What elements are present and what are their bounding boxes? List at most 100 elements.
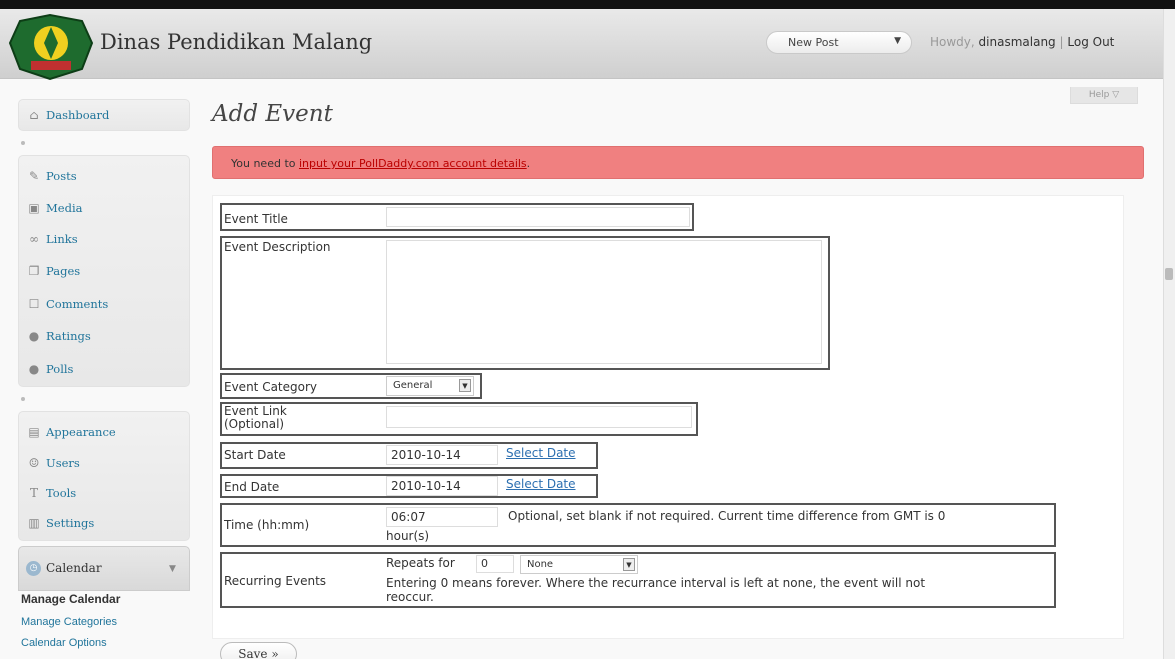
site-logo (8, 13, 94, 81)
event-category-value: General (393, 380, 433, 391)
sidebar-item-media[interactable]: ▣ Media (19, 200, 191, 222)
scrollbar[interactable] (1163, 9, 1175, 659)
recurring-events-label: Recurring Events (224, 574, 327, 588)
recurring-note: Entering 0 means forever. Where the recu… (386, 576, 926, 590)
submenu-manage-categories[interactable]: Manage Categories (21, 616, 117, 628)
end-date-row: End Date 2010-10-14 Select Date (220, 474, 598, 498)
time-note-suffix: hour(s) (386, 529, 430, 543)
chevron-down-icon[interactable]: ▼ (459, 379, 471, 392)
sidebar-item-label: Tools (46, 486, 77, 500)
sidebar-item-links[interactable]: ∞ Links (19, 231, 191, 253)
recurring-note-suffix: reoccur. (386, 590, 434, 604)
username-link[interactable]: dinasmalang (979, 35, 1056, 49)
tools-icon: T (29, 486, 38, 500)
end-date-input[interactable]: 2010-10-14 (386, 476, 498, 496)
links-icon: ∞ (29, 232, 39, 246)
event-description-label: Event Description (224, 240, 331, 254)
notice-text: You need to input your PollDaddy.com acc… (231, 157, 530, 170)
event-description-row: Event Description (220, 236, 830, 370)
favorite-actions-dropdown[interactable]: New Post ▼ (766, 31, 912, 54)
sidebar-item-calendar[interactable]: ◷ Calendar ▼ (18, 546, 190, 591)
sidebar-item-dashboard[interactable]: ⌂ Dashboard (19, 107, 191, 129)
time-input[interactable]: 06:07 (386, 507, 498, 527)
sidebar-item-label: Ratings (46, 329, 91, 343)
notice-prefix: You need to (231, 157, 299, 170)
users-icon: ☺ (28, 456, 40, 470)
dashboard-icon: ⌂ (29, 108, 39, 122)
sidebar-item-comments[interactable]: ☐ Comments (19, 296, 191, 318)
sidebar-item-label: Settings (46, 516, 95, 530)
event-title-label: Event Title (224, 212, 288, 226)
sidebar-item-label: Links (46, 232, 78, 246)
event-category-label: Event Category (224, 380, 318, 394)
end-date-label: End Date (224, 480, 280, 494)
pages-icon: ❐ (28, 264, 40, 278)
notice-suffix: . (526, 157, 531, 170)
logout-link[interactable]: Log Out (1067, 35, 1114, 49)
event-title-input[interactable] (386, 207, 690, 227)
start-date-label: Start Date (224, 448, 286, 462)
end-select-date-link[interactable]: Select Date (506, 477, 576, 491)
repeat-interval-select[interactable]: None ▼ (520, 555, 638, 574)
event-category-select[interactable]: General ▼ (386, 376, 474, 396)
sidebar-item-posts[interactable]: ✎ Posts (19, 168, 191, 190)
sidebar-item-label: Comments (46, 297, 109, 311)
comments-icon: ☐ (28, 297, 40, 311)
time-note: Optional, set blank if not required. Cur… (508, 509, 946, 523)
chevron-down-icon[interactable]: ▼ (894, 36, 901, 46)
sidebar-item-pages[interactable]: ❐ Pages (19, 263, 191, 285)
ratings-icon: ● (28, 329, 40, 343)
sidebar-item-label: Pages (46, 264, 81, 278)
favorite-action-label[interactable]: New Post (788, 36, 839, 49)
time-label: Time (hh:mm) (224, 518, 310, 532)
submenu-manage-calendar[interactable]: Manage Calendar (21, 592, 120, 606)
repeats-count-value: 0 (481, 557, 488, 570)
content-menu-group: ✎ Posts ▣ Media ∞ Links ❐ Pages ☐ Commen… (18, 155, 190, 387)
recurring-events-row: Recurring Events Repeats for 0 None ▼ En… (220, 552, 1056, 608)
end-date-value: 2010-10-14 (391, 479, 461, 493)
scrollbar-thumb[interactable] (1165, 268, 1173, 280)
sidebar-item-appearance[interactable]: ▤ Appearance (19, 424, 191, 446)
page-title: Add Event (212, 101, 333, 127)
appearance-icon: ▤ (28, 425, 40, 439)
user-info: Howdy, dinasmalang | Log Out (930, 35, 1114, 49)
sidebar-item-settings[interactable]: ▥ Settings (19, 515, 191, 537)
event-title-row: Event Title (220, 203, 694, 231)
repeats-count-input[interactable]: 0 (476, 555, 514, 573)
start-date-value: 2010-10-14 (391, 448, 461, 462)
chevron-down-icon[interactable]: ▼ (623, 558, 635, 571)
site-title[interactable]: Dinas Pendidikan Malang (100, 30, 372, 54)
sidebar-item-polls[interactable]: ● Polls (19, 361, 191, 383)
repeats-for-label: Repeats for (386, 556, 455, 570)
sidebar-item-ratings[interactable]: ● Ratings (19, 328, 191, 350)
sidebar-item-label: Media (46, 201, 83, 215)
help-button[interactable]: Help ▽ (1070, 87, 1138, 104)
start-date-input[interactable]: 2010-10-14 (386, 445, 498, 465)
separator: | (1059, 35, 1064, 49)
sidebar-item-label: Posts (46, 169, 77, 183)
sidebar-item-users[interactable]: ☺ Users (19, 455, 191, 477)
menu-separator (21, 397, 25, 401)
sidebar-item-label: Dashboard (46, 108, 110, 122)
submenu-calendar-options[interactable]: Calendar Options (21, 637, 107, 649)
chevron-down-icon[interactable]: ▼ (169, 564, 176, 574)
media-icon: ▣ (28, 201, 40, 215)
pin-icon: ✎ (28, 169, 40, 183)
event-link-row: Event Link (Optional) (220, 402, 698, 436)
event-description-textarea[interactable] (386, 240, 822, 364)
sidebar-item-label: Appearance (46, 425, 116, 439)
settings-menu-group: ▤ Appearance ☺ Users T Tools ▥ Settings (18, 411, 190, 541)
settings-icon: ▥ (28, 516, 40, 530)
polldaddy-link[interactable]: input your PollDaddy.com account details (299, 157, 527, 170)
repeat-interval-value: None (527, 559, 554, 570)
sidebar-item-label: Calendar (46, 561, 102, 575)
notice-banner: You need to input your PollDaddy.com acc… (212, 146, 1144, 179)
sidebar-item-tools[interactable]: T Tools (19, 485, 191, 507)
admin-header: Dinas Pendidikan Malang New Post ▼ Howdy… (0, 9, 1163, 81)
save-button[interactable]: Save » (220, 642, 297, 659)
event-link-input[interactable] (386, 406, 692, 428)
top-edge-bar (0, 0, 1175, 9)
time-row: Time (hh:mm) 06:07 Optional, set blank i… (220, 503, 1056, 547)
polls-icon: ● (28, 362, 40, 376)
start-select-date-link[interactable]: Select Date (506, 446, 576, 460)
